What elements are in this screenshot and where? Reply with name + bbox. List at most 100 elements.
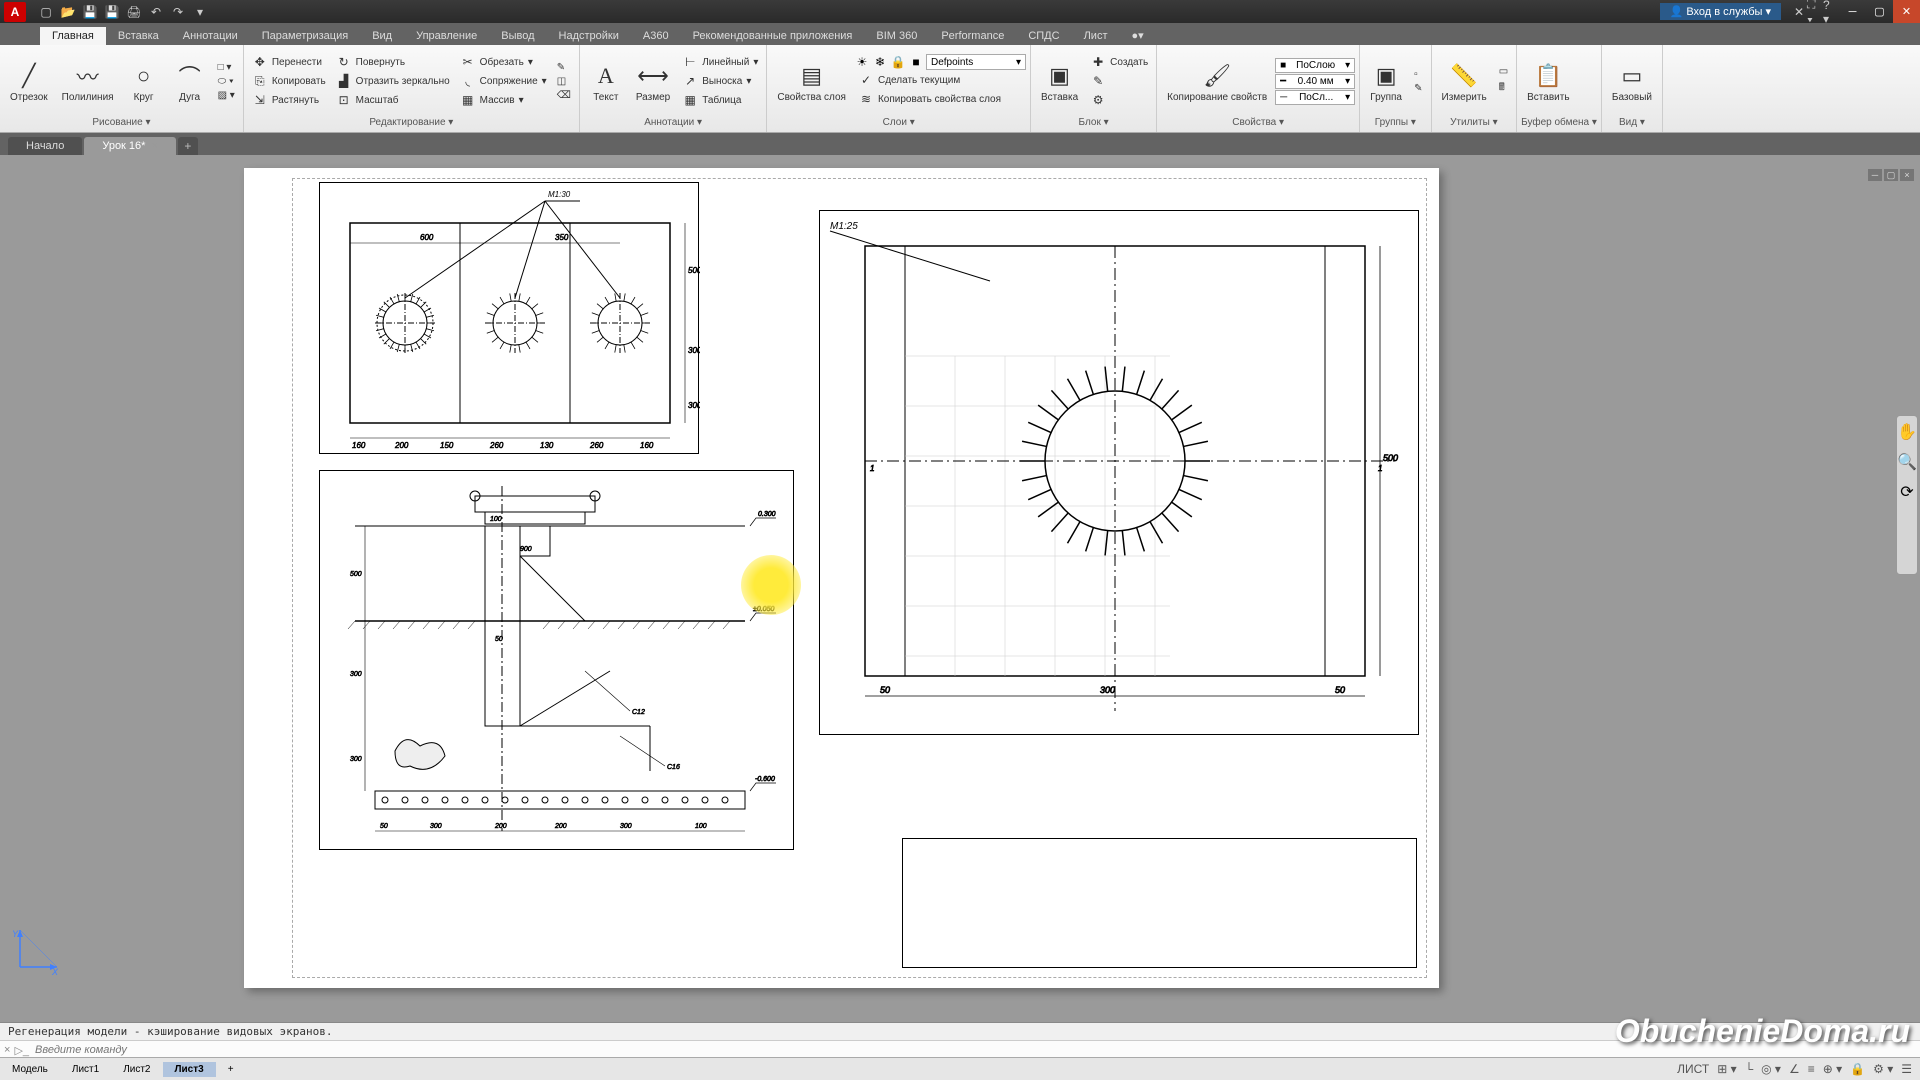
osnap-toggle[interactable]: ◎ ▾ bbox=[1761, 1062, 1781, 1076]
command-input[interactable] bbox=[33, 1042, 433, 1058]
ungroup-button[interactable]: ▫ bbox=[1410, 68, 1426, 81]
make-current-button[interactable]: ✓Сделать текущим bbox=[854, 71, 1026, 89]
polyline-button[interactable]: 〰Полилиния bbox=[56, 58, 120, 105]
linear-button[interactable]: ⊢Линейный ▾ bbox=[678, 53, 762, 71]
edit-block-button[interactable]: ✎ bbox=[1086, 72, 1152, 90]
zoom-icon[interactable]: 🔍 bbox=[1897, 452, 1917, 472]
paste-button[interactable]: 📋Вставить bbox=[1521, 58, 1575, 105]
leader-button[interactable]: ↗Выноска ▾ bbox=[678, 72, 762, 90]
doc-tab-start[interactable]: Начало bbox=[8, 137, 82, 155]
lock-icon[interactable]: 🔒 bbox=[890, 54, 906, 70]
bulb-icon[interactable]: ☀ bbox=[854, 54, 870, 70]
status-mode[interactable]: ЛИСТ bbox=[1677, 1062, 1709, 1076]
scale-toggle[interactable]: ⊕ ▾ bbox=[1823, 1062, 1842, 1076]
tab-view[interactable]: Вид bbox=[360, 27, 404, 45]
help-icon[interactable]: ? ▾ bbox=[1823, 4, 1839, 20]
create-block-button[interactable]: ✚Создать bbox=[1086, 53, 1152, 71]
drawing-canvas[interactable]: ─ ▢ × ✋ 🔍 ⟳ 600 bbox=[0, 155, 1920, 1035]
trim-button[interactable]: ✂Обрезать ▾ bbox=[456, 53, 551, 71]
tab-insert[interactable]: Вставка bbox=[106, 27, 171, 45]
panel-modify-label[interactable]: Редактирование ▾ bbox=[248, 115, 575, 130]
scale-button[interactable]: ⊡Масштаб bbox=[332, 91, 454, 109]
orbit-icon[interactable]: ⟳ bbox=[1900, 482, 1913, 502]
qat-saveas[interactable]: 💾 bbox=[104, 4, 120, 20]
freeze-icon[interactable]: ❄ bbox=[872, 54, 888, 70]
tab-performance[interactable]: Performance bbox=[929, 27, 1016, 45]
close-button[interactable]: ✕ bbox=[1893, 0, 1920, 23]
hatch-button[interactable]: ▨ ▾ bbox=[214, 89, 239, 102]
circle-button[interactable]: ○Круг bbox=[122, 58, 166, 105]
vp-close[interactable]: × bbox=[1900, 169, 1914, 181]
color-combo[interactable]: ■ ПоСлою▾ bbox=[1275, 58, 1355, 73]
polar-toggle[interactable]: ∠ bbox=[1789, 1062, 1800, 1076]
qat-new[interactable]: ▢ bbox=[38, 4, 54, 20]
app-logo[interactable]: A bbox=[4, 2, 26, 22]
group-button[interactable]: ▣Группа bbox=[1364, 58, 1408, 105]
line-button[interactable]: ╱Отрезок bbox=[4, 58, 54, 105]
tab-featured[interactable]: Рекомендованные приложения bbox=[681, 27, 865, 45]
doc-tab-lesson16[interactable]: Урок 16*× bbox=[84, 137, 176, 155]
dimension-button[interactable]: ⟷Размер bbox=[630, 58, 676, 105]
layout-sheet2[interactable]: Лист2 bbox=[111, 1062, 162, 1077]
rotate-button[interactable]: ↻Повернуть bbox=[332, 53, 454, 71]
qat-print[interactable]: 🖨 bbox=[126, 4, 142, 20]
paper-space[interactable]: 600 350 500 300 300 16020015026013026016… bbox=[244, 168, 1439, 988]
viewport-3[interactable]: 0.300 ±0.050 -0.600 500 300 300 50300200… bbox=[319, 470, 794, 850]
workspace-toggle[interactable]: ⚙ ▾ bbox=[1873, 1062, 1893, 1076]
tab-manage[interactable]: Управление bbox=[404, 27, 489, 45]
tab-parametric[interactable]: Параметризация bbox=[250, 27, 360, 45]
group-edit-button[interactable]: ✎ bbox=[1410, 82, 1426, 95]
insert-block-button[interactable]: ▣Вставка bbox=[1035, 58, 1084, 105]
grid-toggle[interactable]: ⊞ ▾ bbox=[1717, 1062, 1736, 1076]
layout-model[interactable]: Модель bbox=[0, 1062, 60, 1077]
qat-save[interactable]: 💾 bbox=[82, 4, 98, 20]
panel-clipboard-label[interactable]: Буфер обмена ▾ bbox=[1521, 115, 1597, 130]
tab-home[interactable]: Главная bbox=[40, 27, 106, 45]
close-icon[interactable]: × bbox=[151, 140, 157, 152]
add-layout-button[interactable]: + bbox=[216, 1062, 246, 1077]
minimize-button[interactable]: ─ bbox=[1839, 0, 1866, 23]
annotation-toggle[interactable]: 🔒 bbox=[1850, 1062, 1865, 1076]
tab-layout[interactable]: Лист bbox=[1072, 27, 1120, 45]
customize-toggle[interactable]: ☰ bbox=[1901, 1062, 1912, 1076]
stretch-button[interactable]: ⇲Растянуть bbox=[248, 91, 330, 109]
qat-open[interactable]: 📂 bbox=[60, 4, 76, 20]
panel-layers-label[interactable]: Слои ▾ bbox=[771, 115, 1026, 130]
edit-button[interactable]: ✎ bbox=[553, 61, 575, 74]
layer-props-button[interactable]: ▤Свойства слоя bbox=[771, 58, 852, 105]
measure-button[interactable]: 📏Измерить bbox=[1436, 58, 1493, 105]
viewport-2[interactable]: М1:25 bbox=[819, 210, 1419, 735]
lwt-toggle[interactable]: ≡ bbox=[1808, 1062, 1815, 1076]
match-layer-button[interactable]: ≋Копировать свойства слоя bbox=[854, 90, 1026, 108]
maximize-button[interactable]: ▢ bbox=[1866, 0, 1893, 23]
tab-bim360[interactable]: BIM 360 bbox=[864, 27, 929, 45]
panel-annotation-label[interactable]: Аннотации ▾ bbox=[584, 115, 763, 130]
qat-dropdown[interactable]: ▾ bbox=[192, 4, 208, 20]
panel-block-label[interactable]: Блок ▾ bbox=[1035, 115, 1152, 130]
exchange-icon[interactable]: ✕ bbox=[1791, 4, 1807, 20]
layer-combo[interactable]: Defpoints▾ bbox=[926, 54, 1026, 70]
select-button[interactable]: ▭ bbox=[1495, 65, 1512, 78]
rect-button[interactable]: □ ▾ bbox=[214, 61, 239, 74]
tab-annotate[interactable]: Аннотации bbox=[171, 27, 250, 45]
tab-output[interactable]: Вывод bbox=[489, 27, 546, 45]
layout-sheet1[interactable]: Лист1 bbox=[60, 1062, 111, 1077]
tab-extra[interactable]: ●▾ bbox=[1119, 26, 1155, 45]
pan-icon[interactable]: ✋ bbox=[1897, 422, 1917, 442]
arc-button[interactable]: ⌒Дуга bbox=[168, 58, 212, 105]
fillet-button[interactable]: ◟Сопряжение ▾ bbox=[456, 72, 551, 90]
tab-spds[interactable]: СПДС bbox=[1016, 27, 1071, 45]
layout-sheet3[interactable]: Лист3 bbox=[163, 1062, 216, 1077]
base-view-button[interactable]: ▭Базовый bbox=[1606, 58, 1658, 105]
panel-draw-label[interactable]: Рисование ▾ bbox=[4, 115, 239, 130]
panel-viewbase-label[interactable]: Вид ▾ bbox=[1606, 115, 1658, 130]
add-tab-button[interactable]: + bbox=[178, 137, 198, 155]
panel-properties-label[interactable]: Свойства ▾ bbox=[1161, 115, 1355, 130]
erase-button[interactable]: ⌫ bbox=[553, 89, 575, 102]
app-icon[interactable]: ⛶ ▾ bbox=[1807, 4, 1823, 20]
table-button[interactable]: ▦Таблица bbox=[678, 91, 762, 109]
login-button[interactable]: 👤 Вход в службы ▾ bbox=[1660, 3, 1781, 20]
linetype-combo[interactable]: ─ ПоСл...▾ bbox=[1275, 90, 1355, 105]
move-button[interactable]: ✥Перенести bbox=[248, 53, 330, 71]
mirror-button[interactable]: ▟Отразить зеркально bbox=[332, 72, 454, 90]
